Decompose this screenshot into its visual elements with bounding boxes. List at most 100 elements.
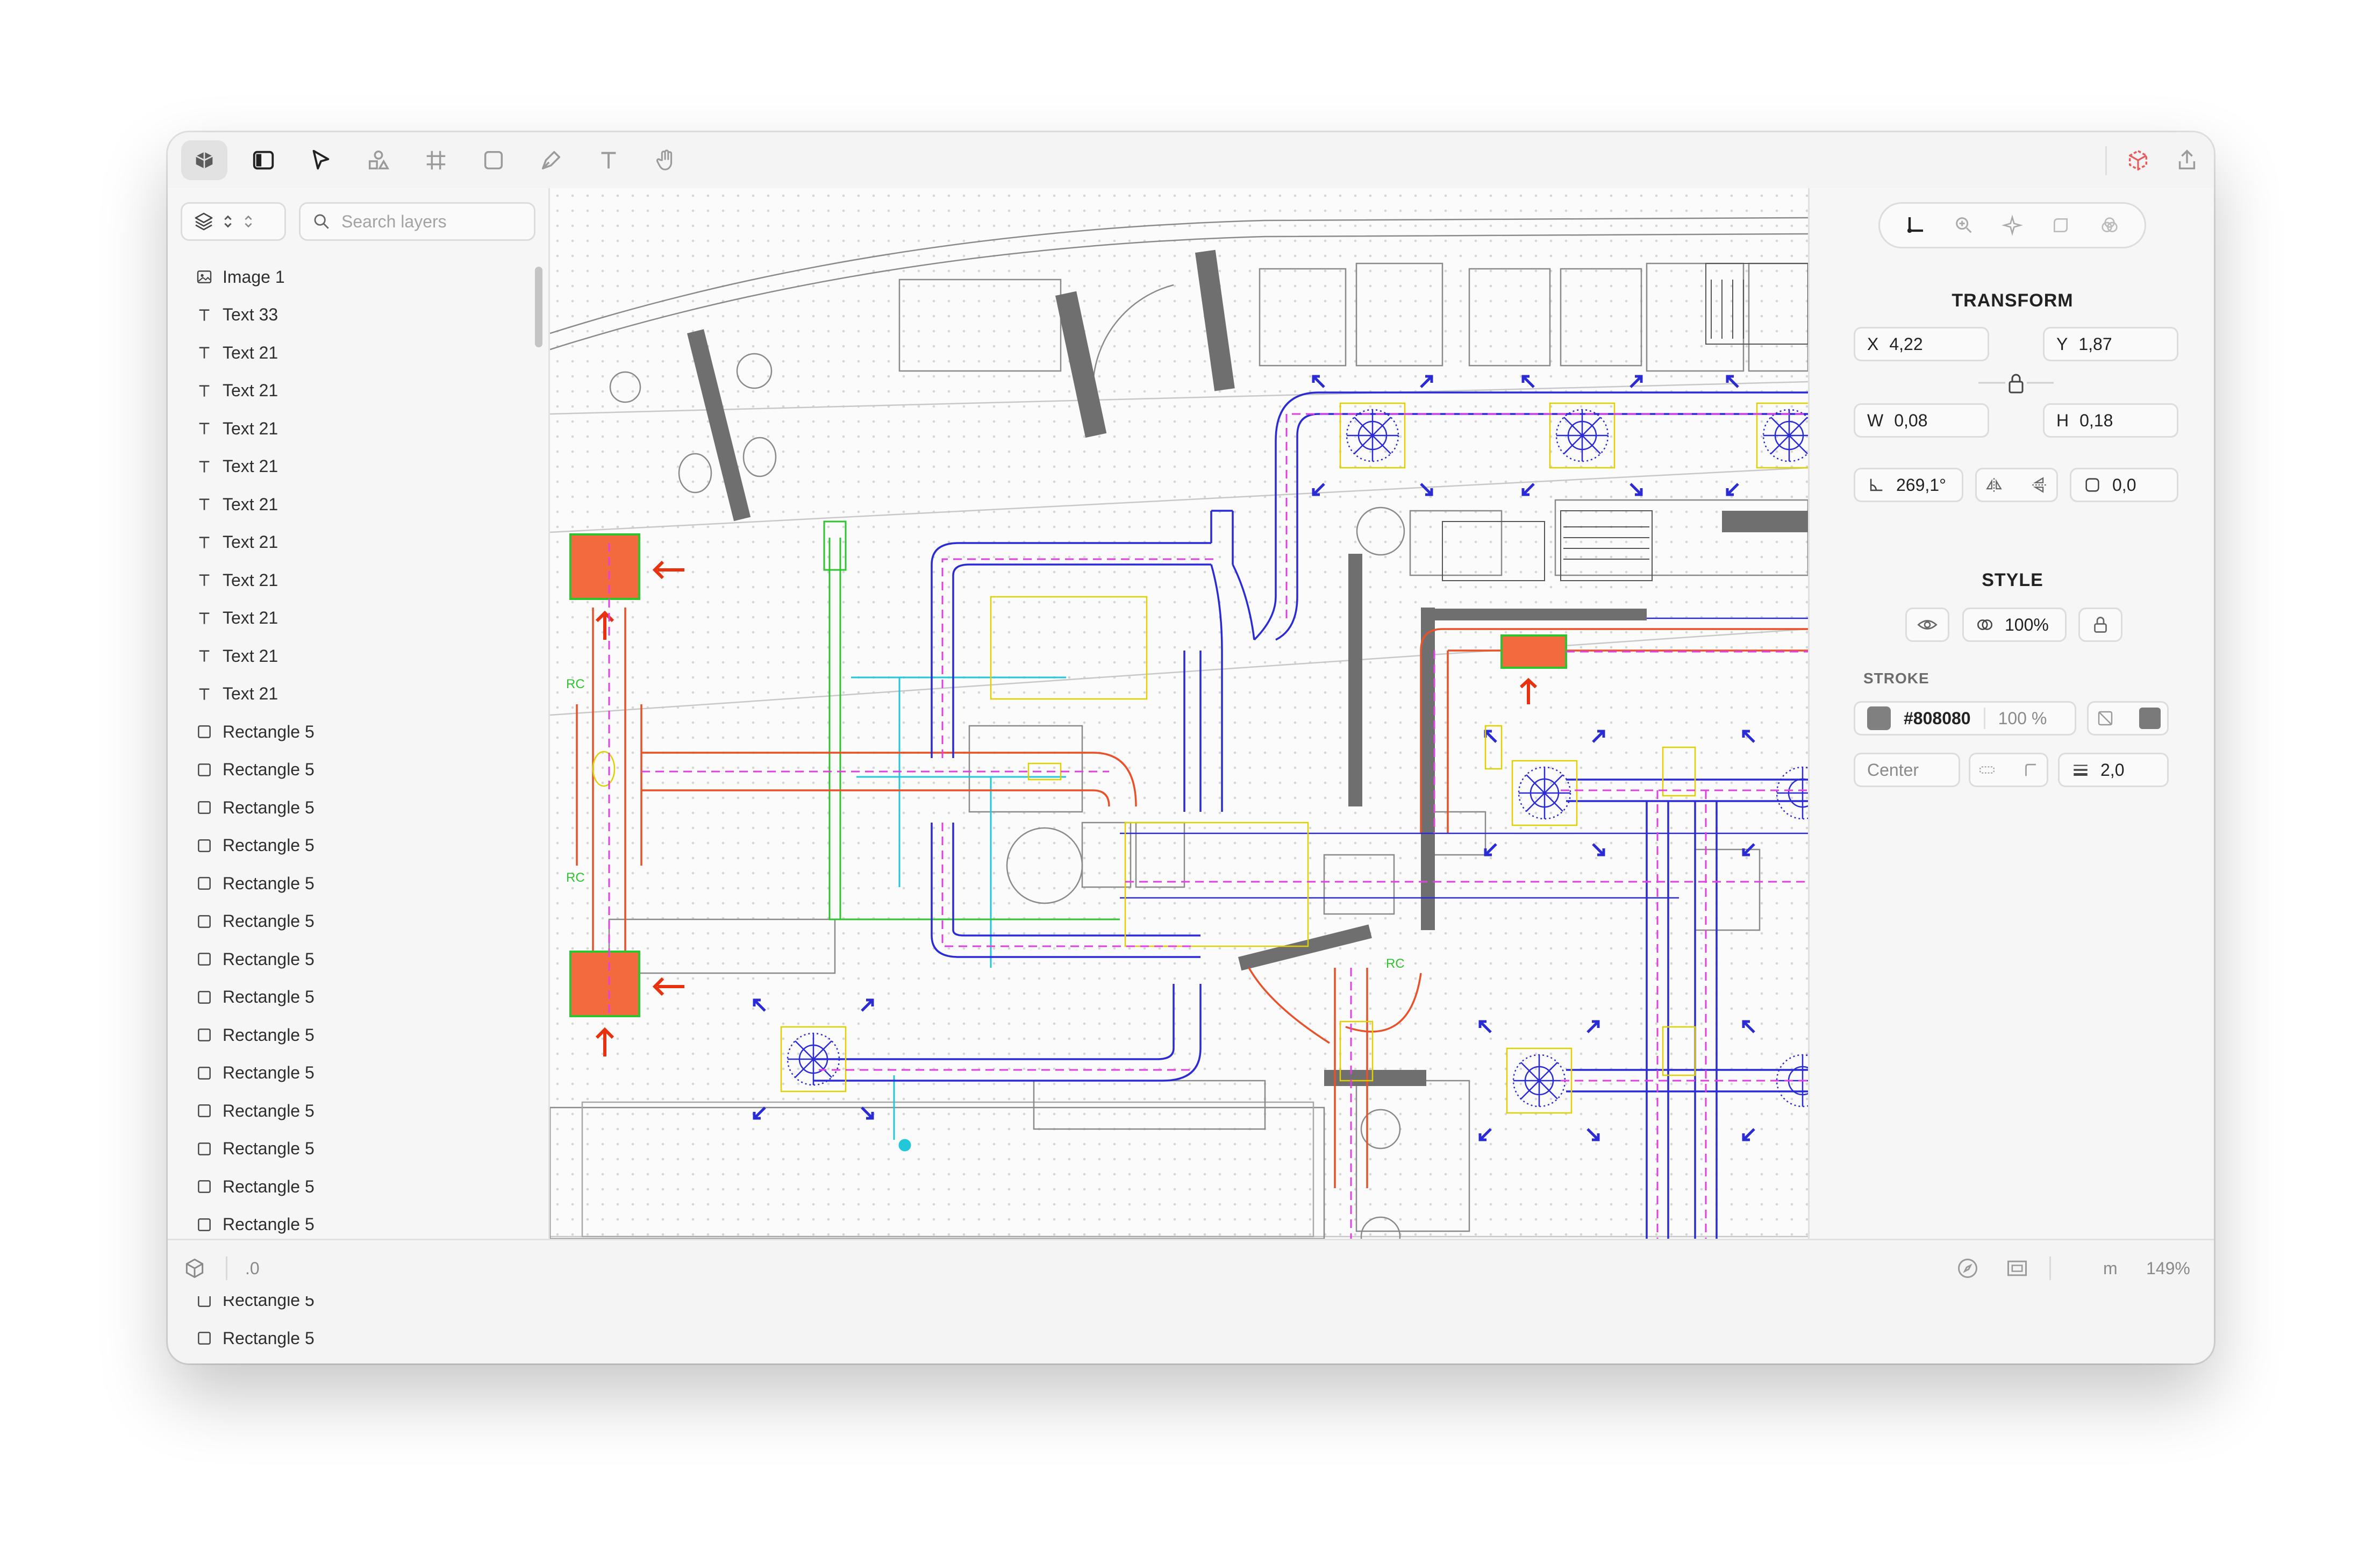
width-field[interactable]: W 0,08: [1854, 403, 1989, 438]
toolbar: [168, 132, 2214, 190]
stroke-color-field[interactable]: #808080 100 %: [1854, 701, 2076, 735]
layer-item[interactable]: Rectangle 5: [168, 903, 533, 941]
x-value: 4,22: [1889, 334, 1923, 354]
w-label: W: [1867, 410, 1884, 430]
hvac-floor-plan-drawing: RC RC RC: [550, 217, 1808, 1239]
height-field[interactable]: H 0,18: [2043, 403, 2178, 438]
logo-icon[interactable]: [181, 140, 227, 180]
flip-horizontal-icon[interactable]: [1985, 476, 2003, 494]
layer-mode-dropdown[interactable]: [181, 202, 286, 241]
layer-item[interactable]: Rectangle 5: [168, 1016, 533, 1054]
layer-item[interactable]: Rectangle 5: [168, 713, 533, 751]
design-canvas[interactable]: RC RC RC: [550, 188, 1808, 1239]
layer-item[interactable]: Rectangle 5: [168, 1358, 533, 1364]
zoom-level[interactable]: 149%: [2146, 1259, 2190, 1279]
layer-item[interactable]: Text 21: [168, 524, 533, 562]
cube-outline-icon[interactable]: [183, 1256, 206, 1280]
visibility-toggle[interactable]: [1905, 608, 1949, 642]
text-icon[interactable]: [591, 143, 626, 177]
rectangle-layer-icon: [196, 1065, 213, 1082]
angle-tool-icon[interactable]: [1904, 215, 1926, 236]
layer-item[interactable]: Rectangle 5: [168, 940, 533, 979]
layer-name: Rectangle 5: [223, 911, 315, 931]
cube-icon[interactable]: [2121, 143, 2155, 177]
stroke-color-swatch[interactable]: [1867, 706, 1891, 730]
no-stroke-icon[interactable]: [2096, 709, 2115, 728]
rectangle-layer-icon: [196, 951, 213, 968]
x-position-field[interactable]: X 4,22: [1854, 327, 1989, 361]
shape-edit-icon[interactable]: [2050, 215, 2071, 236]
opacity-field[interactable]: 100%: [1962, 608, 2067, 642]
layer-item[interactable]: Text 21: [168, 599, 533, 638]
text-layer-icon: [196, 382, 213, 399]
layer-item[interactable]: Rectangle 5: [168, 1319, 533, 1358]
dash-pattern-icon[interactable]: [1978, 761, 1996, 779]
status-divider: [2049, 1256, 2051, 1280]
search-box: [299, 202, 535, 241]
transform-title: TRANSFORM: [1952, 290, 2074, 311]
layer-name: Rectangle 5: [223, 1025, 315, 1045]
zoom-icon[interactable]: [1953, 215, 1975, 236]
layer-item[interactable]: Text 21: [168, 561, 533, 599]
y-value: 1,87: [2078, 334, 2112, 354]
hand-icon[interactable]: [649, 143, 683, 177]
layer-item[interactable]: Rectangle 5: [168, 1054, 533, 1092]
lock-toggle[interactable]: [2078, 608, 2122, 642]
layer-item[interactable]: Rectangle 5: [168, 865, 533, 903]
flip-vertical-icon[interactable]: [2030, 476, 2048, 494]
layer-name: Text 21: [223, 608, 278, 628]
layer-item[interactable]: Text 21: [168, 372, 533, 410]
layer-name: Text 21: [223, 418, 278, 438]
layer-item[interactable]: Rectangle 5: [168, 1130, 533, 1168]
rectangle-icon[interactable]: [476, 143, 511, 177]
sidebar-toggle-icon[interactable]: [246, 143, 281, 177]
layer-item[interactable]: Text 21: [168, 410, 533, 448]
rc-label: RC: [566, 870, 585, 885]
frame-icon[interactable]: [419, 143, 453, 177]
boolean-icon[interactable]: [2099, 215, 2120, 236]
layer-list-scrollbar[interactable]: [535, 267, 542, 347]
rotation-field[interactable]: 269,1°: [1854, 468, 1963, 502]
text-layer-icon: [196, 647, 213, 665]
layer-item[interactable]: Rectangle 5: [168, 751, 533, 789]
layer-name: Rectangle 5: [223, 760, 315, 780]
text-layer-icon: [196, 496, 213, 513]
field-divider: [1983, 708, 1985, 729]
share-icon[interactable]: [2170, 143, 2204, 177]
stroke-toggle-group: [2087, 701, 2169, 735]
search-input[interactable]: [340, 211, 525, 232]
pen-icon[interactable]: [534, 143, 568, 177]
layer-item[interactable]: Text 21: [168, 448, 533, 486]
layer-item[interactable]: Text 33: [168, 296, 533, 334]
layer-item[interactable]: Rectangle 5: [168, 827, 533, 865]
layer-item[interactable]: Rectangle 5: [168, 979, 533, 1017]
layer-item[interactable]: Text 21: [168, 334, 533, 372]
layer-name: Rectangle 5: [223, 1176, 315, 1196]
h-value: 0,18: [2079, 410, 2113, 430]
layer-item[interactable]: Text 21: [168, 675, 533, 713]
layers-icon: [195, 212, 213, 231]
sparkle-icon[interactable]: [2002, 215, 2023, 236]
layer-item[interactable]: Rectangle 5: [168, 1168, 533, 1206]
unit-label[interactable]: m: [2103, 1259, 2118, 1279]
layer-item[interactable]: Rectangle 5: [168, 1092, 533, 1130]
fit-screen-icon[interactable]: [2005, 1256, 2029, 1280]
select-arrow-icon[interactable]: [304, 143, 338, 177]
opacity-value: 100%: [2005, 615, 2049, 634]
solid-stroke-icon[interactable]: [2139, 708, 2161, 729]
stroke-join-icon[interactable]: [2021, 761, 2040, 779]
layer-item[interactable]: Text 21: [168, 637, 533, 675]
layer-name: Rectangle 5: [223, 797, 315, 817]
layer-item[interactable]: Image 1: [168, 258, 533, 296]
shapes-icon[interactable]: [361, 143, 396, 177]
stroke-align-dropdown[interactable]: Center: [1854, 753, 1960, 787]
corner-radius-field[interactable]: 0,0: [2070, 468, 2178, 502]
layer-item[interactable]: Text 21: [168, 485, 533, 524]
text-layer-icon: [196, 306, 213, 324]
compass-icon[interactable]: [1956, 1256, 1979, 1280]
layer-item[interactable]: Rectangle 5: [168, 789, 533, 827]
lock-aspect-icon[interactable]: [1968, 366, 2064, 400]
stroke-width-field[interactable]: 2,0: [2058, 753, 2169, 787]
layer-item[interactable]: Rectangle 5: [168, 1206, 533, 1244]
y-position-field[interactable]: Y 1,87: [2043, 327, 2178, 361]
